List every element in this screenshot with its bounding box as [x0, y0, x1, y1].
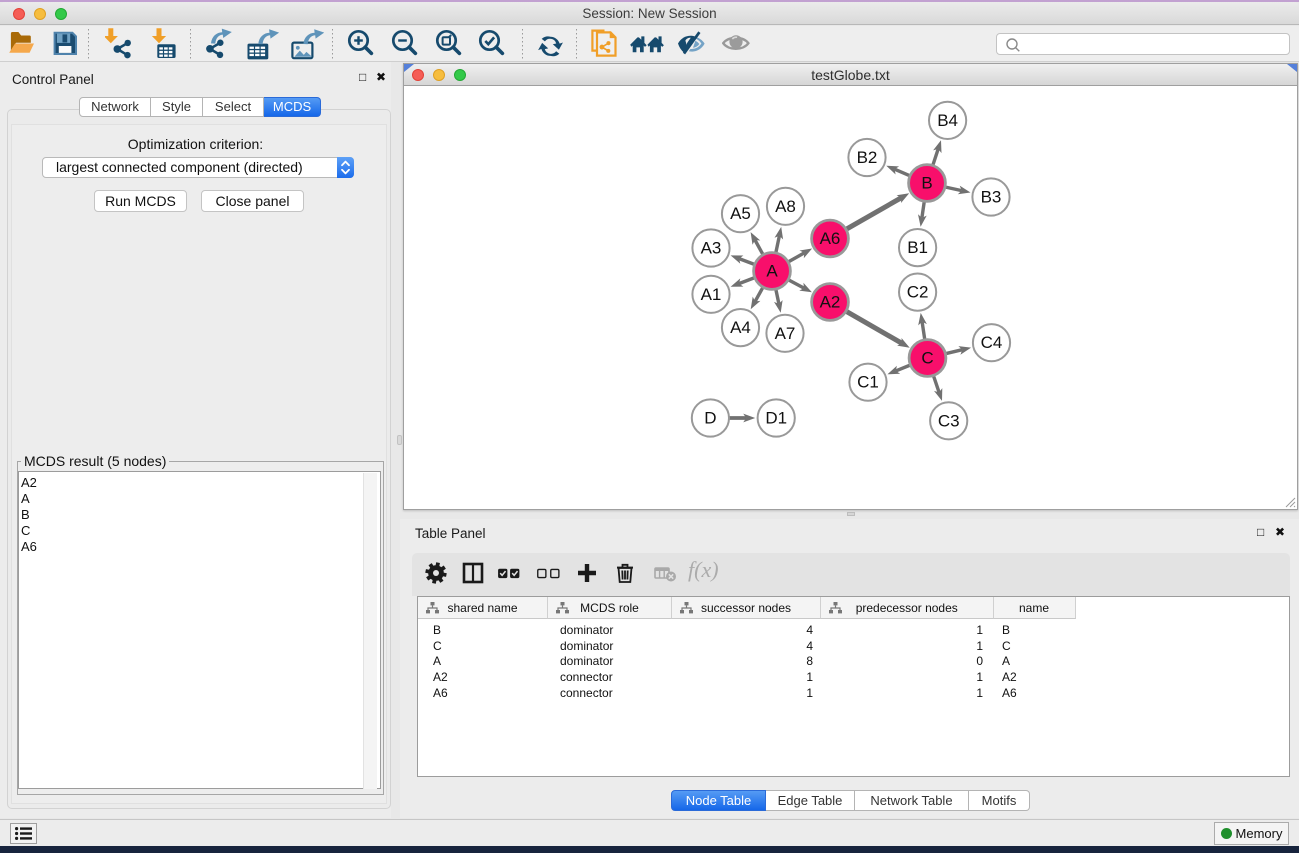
svg-text:A7: A7: [775, 324, 796, 343]
svg-text:A8: A8: [775, 197, 796, 216]
svg-text:A2: A2: [820, 293, 841, 312]
svg-text:C2: C2: [907, 283, 929, 302]
svg-text:A6: A6: [820, 229, 841, 248]
svg-text:A: A: [766, 262, 778, 281]
svg-text:C1: C1: [857, 373, 879, 392]
svg-text:C: C: [921, 349, 933, 368]
svg-text:C4: C4: [981, 333, 1003, 352]
svg-text:A1: A1: [701, 285, 722, 304]
svg-text:B4: B4: [937, 111, 958, 130]
svg-text:C3: C3: [938, 411, 960, 430]
svg-text:A4: A4: [730, 318, 751, 337]
svg-text:D: D: [704, 409, 716, 428]
svg-text:A5: A5: [730, 204, 751, 223]
svg-text:D1: D1: [765, 409, 787, 428]
svg-text:B3: B3: [981, 188, 1002, 207]
svg-text:B2: B2: [857, 148, 878, 167]
svg-text:A3: A3: [701, 239, 722, 258]
svg-text:B: B: [921, 174, 932, 193]
svg-text:B1: B1: [907, 238, 928, 257]
